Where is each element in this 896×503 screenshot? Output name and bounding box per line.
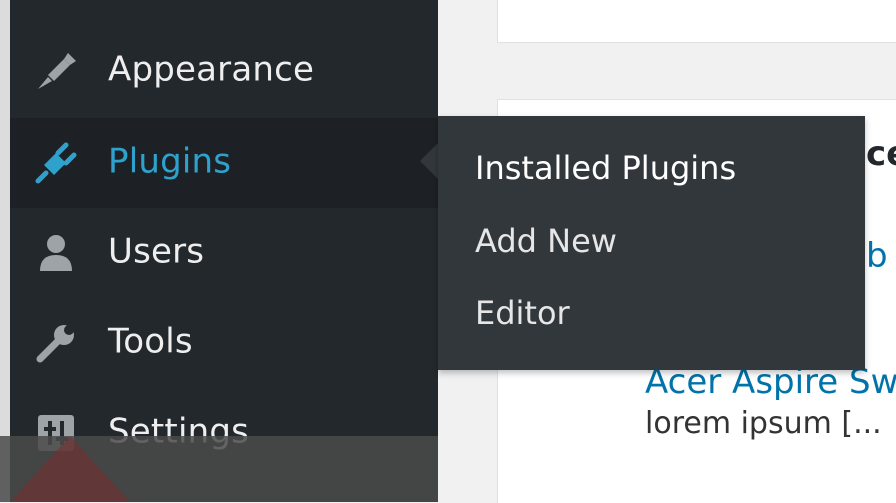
user-icon bbox=[34, 231, 78, 275]
card-link-fragment[interactable]: b bbox=[866, 236, 888, 276]
submenu-item-editor[interactable]: Editor bbox=[475, 294, 570, 332]
sidebar-item-appearance[interactable]: Appearance bbox=[10, 26, 438, 116]
submenu-item-add-new[interactable]: Add New bbox=[475, 222, 617, 260]
sidebar-item-tools[interactable]: Tools bbox=[10, 298, 438, 388]
content-card-top bbox=[497, 0, 896, 43]
sidebar-item-label: Tools bbox=[108, 321, 193, 362]
sidebar-item-label: Users bbox=[108, 231, 205, 272]
wrench-icon bbox=[34, 321, 78, 365]
sidebar-item-label: Plugins bbox=[108, 141, 232, 182]
sidebar-item-label: Appearance bbox=[108, 49, 315, 90]
paintbrush-icon bbox=[34, 49, 78, 93]
sidebar-item-users[interactable]: Users bbox=[10, 208, 438, 298]
plug-icon bbox=[34, 141, 78, 185]
admin-sidebar: Appearance Plugins Users Tools Settings bbox=[10, 0, 438, 502]
sidebar-item-plugins[interactable]: Plugins bbox=[10, 118, 438, 208]
submenu-pointer bbox=[420, 143, 438, 179]
card-heading-fragment: ce bbox=[866, 134, 896, 174]
plugins-flyout-submenu: Installed Plugins Add New Editor bbox=[438, 116, 865, 370]
submenu-item-installed-plugins[interactable]: Installed Plugins bbox=[475, 149, 736, 187]
watermark-shape bbox=[10, 436, 130, 502]
post-excerpt: lorem ipsum [... bbox=[645, 406, 882, 441]
left-edge bbox=[0, 0, 10, 502]
